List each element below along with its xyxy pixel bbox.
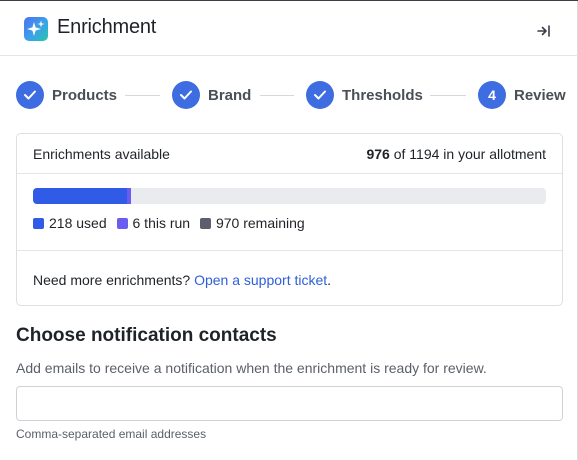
step-brand[interactable]: Brand xyxy=(172,80,262,110)
step-connector xyxy=(260,95,294,96)
step-label: Thresholds xyxy=(342,87,423,104)
notification-description: Add emails to receive a notification whe… xyxy=(16,360,487,376)
panel-header: Enrichment xyxy=(0,1,578,56)
step-products[interactable]: Products xyxy=(16,80,126,110)
email-input-helper: Comma-separated email addresses xyxy=(16,427,207,441)
allotment-summary: 976 of 1194 in your allotment xyxy=(366,146,546,162)
stepper: Products Brand Thresholds 4 Review xyxy=(0,80,578,112)
step-label: Products xyxy=(52,87,118,104)
check-icon xyxy=(172,81,200,109)
usage-bar-used xyxy=(33,188,127,204)
sparkles-icon xyxy=(24,17,48,41)
legend-used: 218 used xyxy=(33,215,107,231)
legend-swatch xyxy=(199,218,211,229)
support-message: Need more enrichments? Open a support ti… xyxy=(33,272,331,288)
panel-title: Enrichment xyxy=(57,16,157,38)
step-connector xyxy=(430,95,466,96)
legend-swatch xyxy=(33,218,44,229)
available-count: 976 xyxy=(366,146,390,162)
allotment-card-footer: Need more enrichments? Open a support ti… xyxy=(17,250,562,306)
usage-bar-this-run xyxy=(127,188,131,204)
check-icon xyxy=(16,81,44,109)
allotment-of-text: of 1194 in your allotment xyxy=(393,146,546,162)
email-contacts-input[interactable] xyxy=(16,386,563,421)
step-connector xyxy=(125,95,160,96)
usage-bar xyxy=(33,188,546,204)
legend-text: 218 used xyxy=(49,215,107,231)
support-ticket-link[interactable]: Open a support ticket xyxy=(194,272,327,288)
legend-swatch xyxy=(116,218,128,229)
allotment-card-header: Enrichments available 976 of 1194 in you… xyxy=(17,134,562,174)
step-review[interactable]: 4 Review xyxy=(478,80,568,110)
check-icon xyxy=(306,81,334,109)
step-number: 4 xyxy=(478,81,506,109)
step-label: Review xyxy=(514,87,566,104)
allotment-card: Enrichments available 976 of 1194 in you… xyxy=(16,133,563,306)
legend-this-run: 6 this run xyxy=(116,215,191,231)
step-label: Brand xyxy=(208,87,252,104)
notification-section-title: Choose notification contacts xyxy=(16,325,277,346)
support-suffix: . xyxy=(327,272,332,288)
legend-text: 970 remaining xyxy=(215,215,305,231)
step-thresholds[interactable]: Thresholds xyxy=(306,80,426,110)
legend-text: 6 this run xyxy=(132,215,191,231)
support-text: Need more enrichments? xyxy=(33,272,191,288)
enrichments-available-label: Enrichments available xyxy=(33,146,170,162)
usage-legend: 218 used 6 this run 970 remaining xyxy=(33,215,311,231)
collapse-panel-icon[interactable] xyxy=(532,20,556,42)
legend-remaining: 970 remaining xyxy=(199,215,305,231)
